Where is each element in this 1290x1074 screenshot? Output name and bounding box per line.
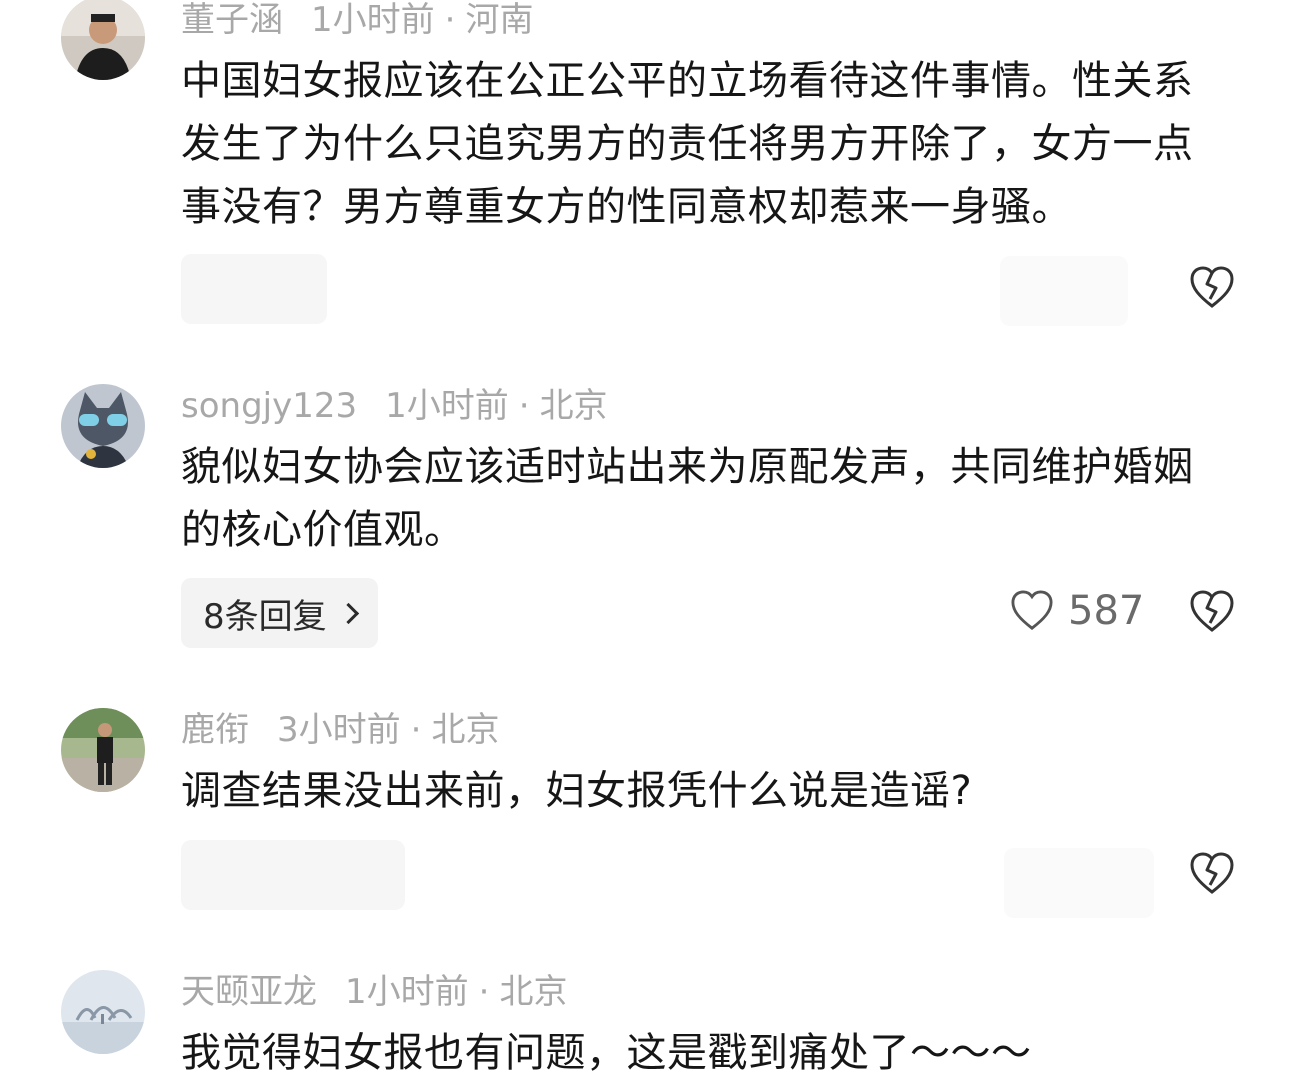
comment-meta: 董子涵 1小时前 · 河南 <box>181 0 533 40</box>
separator-dot: · <box>518 386 530 426</box>
comment-time: 1小时前 <box>345 972 469 1012</box>
username[interactable]: 鹿衔 <box>181 710 249 750</box>
comment-time: 1小时前 <box>385 386 509 426</box>
comment-time: 1小时前 <box>311 0 435 40</box>
comment-meta: songjy123 1小时前 · 北京 <box>181 386 608 426</box>
comment-meta: 天颐亚龙 1小时前 · 北京 <box>181 972 567 1012</box>
comment-text[interactable]: 貌似妇女协会应该适时站出来为原配发声，共同维护婚姻的核心价值观。 <box>181 436 1221 562</box>
like-placeholder <box>1004 848 1154 918</box>
comment-meta: 鹿衔 3小时前 · 北京 <box>181 710 499 750</box>
comment-location: 北京 <box>539 386 608 426</box>
separator-dot: · <box>478 972 490 1012</box>
replies-label: 8条回复 <box>203 596 327 637</box>
comment-location: 北京 <box>431 710 500 750</box>
replies-button[interactable]: 8条回复 <box>181 578 378 648</box>
broken-heart-icon[interactable] <box>1189 590 1235 634</box>
avatar[interactable] <box>61 708 145 792</box>
reply-pill-placeholder <box>181 254 327 324</box>
broken-heart-icon[interactable] <box>1189 852 1235 896</box>
broken-heart-icon[interactable] <box>1189 266 1235 310</box>
avatar[interactable] <box>61 384 145 468</box>
like-count: 587 <box>1068 588 1145 634</box>
comment-text[interactable]: 我觉得妇女报也有问题，这是戳到痛处了～～～ <box>181 1022 1221 1074</box>
separator-dot: · <box>410 710 422 750</box>
heart-icon <box>1011 590 1053 630</box>
like-button[interactable]: 587 <box>1010 588 1144 634</box>
comment-text[interactable]: 调查结果没出来前，妇女报凭什么说是造谣? <box>181 760 1221 823</box>
comment-location: 河南 <box>465 0 534 40</box>
separator-dot: · <box>444 0 456 40</box>
like-placeholder <box>1000 256 1128 326</box>
chevron-right-icon <box>337 602 359 624</box>
avatar[interactable] <box>61 970 145 1054</box>
comment-time: 3小时前 <box>277 710 401 750</box>
comment-location: 北京 <box>499 972 568 1012</box>
comment-text[interactable]: 中国妇女报应该在公正公平的立场看待这件事情。性关系发生了为什么只追究男方的责任将… <box>181 50 1221 239</box>
avatar[interactable] <box>61 0 145 80</box>
username[interactable]: 董子涵 <box>181 0 283 40</box>
username[interactable]: songjy123 <box>181 386 357 426</box>
reply-pill-placeholder <box>181 840 405 910</box>
username[interactable]: 天颐亚龙 <box>181 972 317 1012</box>
